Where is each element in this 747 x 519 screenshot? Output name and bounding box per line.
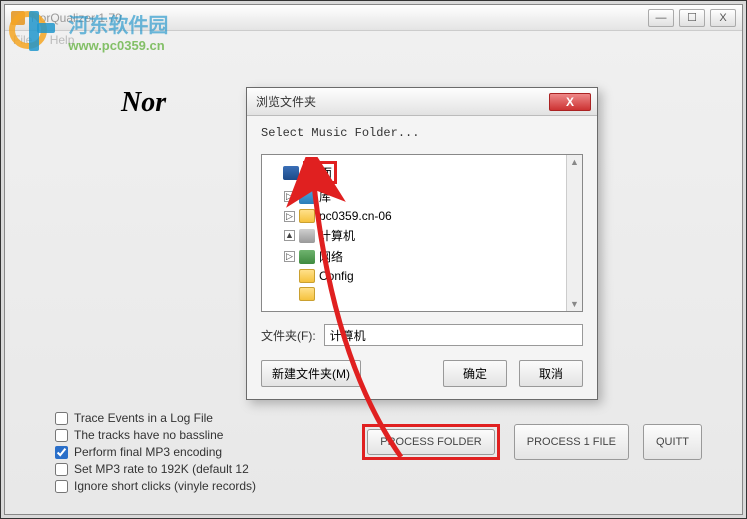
checkbox-ignore-clicks[interactable]: Ignore short clicks (vinyle records) xyxy=(55,479,256,493)
folder-icon xyxy=(299,287,315,301)
action-button-row: PROCESS FOLDER PROCESS 1 FILE QUITT xyxy=(362,424,702,460)
computer-icon xyxy=(299,229,315,243)
window-controls: — ☐ X xyxy=(648,9,736,27)
checkbox-input[interactable] xyxy=(55,463,68,476)
folder-icon xyxy=(299,209,315,223)
highlight-process-folder: PROCESS FOLDER xyxy=(362,424,499,460)
checkbox-input[interactable] xyxy=(55,446,68,459)
checkbox-input[interactable] xyxy=(55,429,68,442)
browse-folder-dialog: 浏览文件夹 X Select Music Folder... 桌面 ▷ 库 ▷ … xyxy=(246,87,598,400)
tree-label: 库 xyxy=(319,188,331,205)
checkbox-label: Perform final MP3 encoding xyxy=(74,445,222,459)
checkbox-no-bassline[interactable]: The tracks have no bassline xyxy=(55,428,256,442)
menu-help[interactable]: Help xyxy=(50,33,75,47)
tree-item-network[interactable]: ▷ 网络 xyxy=(264,246,580,267)
folder-icon xyxy=(299,269,315,283)
tree-item-computer[interactable]: ▲ 计算机 xyxy=(264,225,580,246)
dialog-body: Select Music Folder... 桌面 ▷ 库 ▷ pc0359.c… xyxy=(247,116,597,399)
checkbox-trace-events[interactable]: Trace Events in a Log File xyxy=(55,411,256,425)
tree-label: 桌面 xyxy=(303,161,337,184)
checkbox-input[interactable] xyxy=(55,412,68,425)
folder-name-input[interactable] xyxy=(324,324,583,346)
desktop-icon xyxy=(283,166,299,180)
options-checkbox-list: Trace Events in a Log File The tracks ha… xyxy=(55,408,256,496)
tree-item-folder[interactable] xyxy=(264,285,580,303)
network-icon xyxy=(299,250,315,264)
titlebar: NorQualizer 1.70 — ☐ X xyxy=(5,5,742,31)
checkbox-label: Ignore short clicks (vinyle records) xyxy=(74,479,256,493)
app-icon xyxy=(11,11,25,25)
checkbox-input[interactable] xyxy=(55,480,68,493)
cancel-button[interactable]: 取消 xyxy=(519,360,583,387)
tree-item-folder[interactable]: ▷ pc0359.cn-06 xyxy=(264,207,580,225)
quit-button[interactable]: QUITT xyxy=(643,424,702,460)
tree-label: 网络 xyxy=(319,248,343,265)
ok-button[interactable]: 确定 xyxy=(443,360,507,387)
tree-expander[interactable]: ▷ xyxy=(284,251,295,262)
checkbox-mp3-rate[interactable]: Set MP3 rate to 192K (default 12 xyxy=(55,462,256,476)
minimize-button[interactable]: — xyxy=(648,9,674,27)
tree-expander[interactable]: ▷ xyxy=(284,191,295,202)
library-icon xyxy=(299,190,315,204)
maximize-button[interactable]: ☐ xyxy=(679,9,705,27)
dialog-close-button[interactable]: X xyxy=(549,93,591,111)
close-button[interactable]: X xyxy=(710,9,736,27)
menu-file[interactable]: File xyxy=(13,33,32,47)
dialog-button-row: 新建文件夹(M) 确定 取消 xyxy=(261,360,583,387)
tree-expander[interactable]: ▲ xyxy=(284,230,295,241)
tree-expander[interactable]: ▷ xyxy=(284,211,295,222)
tree-item-desktop[interactable]: 桌面 xyxy=(264,159,580,186)
checkbox-mp3-encoding[interactable]: Perform final MP3 encoding xyxy=(55,445,256,459)
checkbox-label: Trace Events in a Log File xyxy=(74,411,213,425)
dialog-title: 浏览文件夹 xyxy=(253,93,549,110)
tree-item-libraries[interactable]: ▷ 库 xyxy=(264,186,580,207)
folder-field-label: 文件夹(F): xyxy=(261,327,316,344)
dialog-prompt: Select Music Folder... xyxy=(261,126,583,140)
tree-label: pc0359.cn-06 xyxy=(319,209,392,223)
tree-item-config[interactable]: Config xyxy=(264,267,580,285)
tree-label: Config xyxy=(319,269,354,283)
tree-label: 计算机 xyxy=(319,227,355,244)
menu-bar: File Help xyxy=(5,31,742,51)
folder-tree[interactable]: 桌面 ▷ 库 ▷ pc0359.cn-06 ▲ 计算机 ▷ 网络 xyxy=(261,154,583,312)
checkbox-label: Set MP3 rate to 192K (default 12 xyxy=(74,462,249,476)
new-folder-button[interactable]: 新建文件夹(M) xyxy=(261,360,361,387)
process-folder-button[interactable]: PROCESS FOLDER xyxy=(367,429,494,455)
checkbox-label: The tracks have no bassline xyxy=(74,428,223,442)
tree-scrollbar[interactable] xyxy=(566,155,582,311)
dialog-titlebar[interactable]: 浏览文件夹 X xyxy=(247,88,597,116)
folder-name-row: 文件夹(F): xyxy=(261,324,583,346)
window-title: NorQualizer 1.70 xyxy=(31,11,648,25)
process-file-button[interactable]: PROCESS 1 FILE xyxy=(514,424,629,460)
